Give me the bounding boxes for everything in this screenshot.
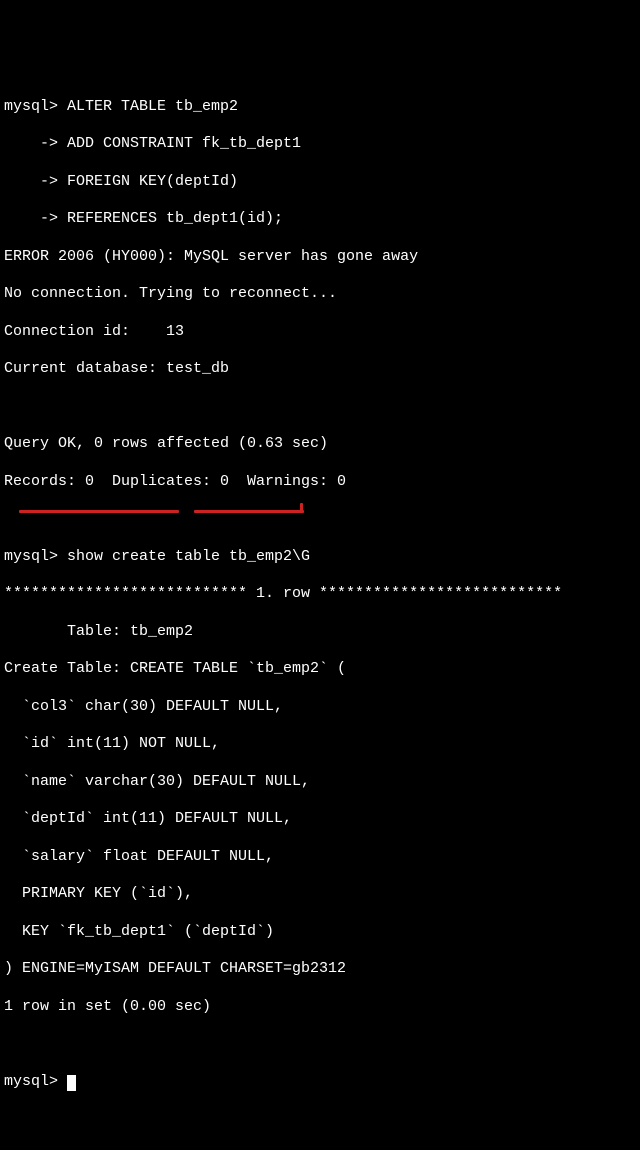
engine-line: ) ENGINE=MyISAM DEFAULT CHARSET=gb2312	[4, 960, 636, 979]
create-table-line: Create Table: CREATE TABLE `tb_emp2` (	[4, 660, 636, 679]
underline-annotation-hook	[300, 503, 303, 512]
prompt-line[interactable]: mysql>	[4, 1073, 636, 1092]
sql-line: mysql> ALTER TABLE tb_emp2	[4, 98, 636, 117]
sql-line: mysql> show create table tb_emp2\G	[4, 548, 636, 567]
column-def-line: `deptId` int(11) DEFAULT NULL,	[4, 810, 636, 829]
prompt-text: mysql>	[4, 1073, 67, 1090]
column-def-line: `id` int(11) NOT NULL,	[4, 735, 636, 754]
result-line: 1 row in set (0.00 sec)	[4, 998, 636, 1017]
column-def-line: `name` varchar(30) DEFAULT NULL,	[4, 773, 636, 792]
blank-line	[4, 1035, 636, 1054]
cursor-icon	[67, 1075, 76, 1091]
status-line: Current database: test_db	[4, 360, 636, 379]
status-line: Connection id: 13	[4, 323, 636, 342]
column-def-line: `col3` char(30) DEFAULT NULL,	[4, 698, 636, 717]
sql-line: -> FOREIGN KEY(deptId)	[4, 173, 636, 192]
sql-line: -> REFERENCES tb_dept1(id);	[4, 210, 636, 229]
terminal-output: mysql> ALTER TABLE tb_emp2 -> ADD CONSTR…	[4, 79, 636, 1150]
column-def-line: PRIMARY KEY (`id`),	[4, 885, 636, 904]
blank-line	[4, 510, 636, 529]
result-line: Records: 0 Duplicates: 0 Warnings: 0	[4, 473, 636, 492]
error-line: ERROR 2006 (HY000): MySQL server has gon…	[4, 248, 636, 267]
result-line: Table: tb_emp2	[4, 623, 636, 642]
blank-line	[4, 398, 636, 417]
sql-line: -> ADD CONSTRAINT fk_tb_dept1	[4, 135, 636, 154]
key-def-line: KEY `fk_tb_dept1` (`deptId`)	[4, 923, 636, 942]
column-def-line: `salary` float DEFAULT NULL,	[4, 848, 636, 867]
result-line: Query OK, 0 rows affected (0.63 sec)	[4, 435, 636, 454]
row-separator: *************************** 1. row *****…	[4, 585, 636, 604]
underline-annotation	[19, 510, 179, 513]
status-line: No connection. Trying to reconnect...	[4, 285, 636, 304]
underline-annotation	[194, 510, 304, 513]
